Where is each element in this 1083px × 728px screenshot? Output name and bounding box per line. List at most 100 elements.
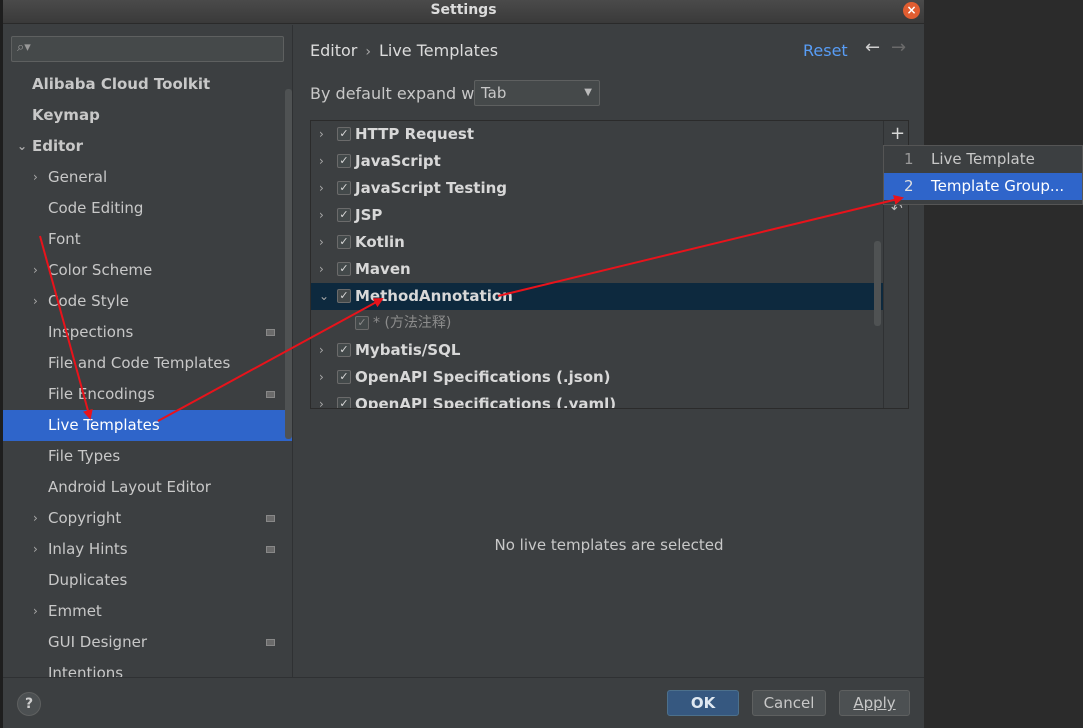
chevron-right-icon[interactable]: › bbox=[33, 255, 38, 286]
template-checkbox[interactable]: ✓ bbox=[337, 397, 351, 408]
template-checkbox[interactable]: ✓ bbox=[337, 181, 351, 195]
apply-button[interactable]: Apply bbox=[839, 690, 910, 716]
popup-item-number: 1 bbox=[904, 150, 914, 168]
sidebar-item-code-style[interactable]: › Code Style bbox=[3, 286, 292, 317]
project-scope-icon bbox=[266, 639, 275, 646]
chevron-right-icon[interactable]: › bbox=[319, 121, 324, 148]
project-scope-icon bbox=[266, 329, 275, 336]
templates-panel: › ✓ HTTP Request › ✓ JavaScript › ✓ JavaScript T… bbox=[310, 120, 909, 409]
chevron-right-icon[interactable]: › bbox=[319, 256, 324, 283]
chevron-right-icon[interactable]: › bbox=[319, 202, 324, 229]
sidebar-item-label: Android Layout Editor bbox=[48, 478, 211, 496]
close-button[interactable]: × bbox=[903, 2, 920, 19]
expand-with-select[interactable]: Tab ▼ bbox=[474, 80, 600, 106]
template-checkbox[interactable]: ✓ bbox=[337, 208, 351, 222]
template-name: * (方法注释) bbox=[373, 315, 452, 331]
sidebar-item-inlay-hints[interactable]: › Inlay Hints bbox=[3, 534, 292, 565]
sidebar-item-label: Live Templates bbox=[48, 416, 160, 434]
sidebar-item-font[interactable]: Font bbox=[3, 224, 292, 255]
sidebar-item-duplicates[interactable]: Duplicates bbox=[3, 565, 292, 596]
sidebar-scrollbar[interactable] bbox=[285, 89, 292, 439]
search-icon: ⌕▾ bbox=[17, 40, 31, 55]
popup-item-label: Live Template bbox=[931, 150, 1035, 168]
ok-button[interactable]: OK bbox=[667, 690, 739, 716]
template-group-row[interactable]: › ✓ Maven bbox=[311, 256, 883, 283]
template-checkbox[interactable]: ✓ bbox=[337, 127, 351, 141]
sidebar-item-intentions[interactable]: Intentions bbox=[3, 658, 292, 677]
chevron-right-icon[interactable]: › bbox=[319, 148, 324, 175]
chevron-right-icon[interactable]: › bbox=[33, 286, 38, 317]
sidebar-item-label: File and Code Templates bbox=[48, 354, 231, 372]
template-checkbox[interactable]: ✓ bbox=[337, 370, 351, 384]
chevron-right-icon[interactable]: › bbox=[319, 175, 324, 202]
template-group-row[interactable]: › ✓ JavaScript Testing bbox=[311, 175, 883, 202]
template-name: MethodAnnotation bbox=[355, 287, 513, 305]
template-checkbox[interactable]: ✓ bbox=[337, 154, 351, 168]
template-group-row[interactable]: › ✓ JavaScript bbox=[311, 148, 883, 175]
sidebar-item-file-and-code-templates[interactable]: File and Code Templates bbox=[3, 348, 292, 379]
sidebar-item-android-layout-editor[interactable]: Android Layout Editor bbox=[3, 472, 292, 503]
cancel-button[interactable]: Cancel bbox=[752, 690, 826, 716]
template-group-row[interactable]: › ✓ Mybatis/SQL bbox=[311, 337, 883, 364]
search-input[interactable]: ⌕▾ bbox=[11, 36, 284, 62]
breadcrumb-separator-icon: › bbox=[365, 44, 371, 60]
template-checkbox[interactable]: ✓ bbox=[337, 262, 351, 276]
title-bar[interactable]: Settings × bbox=[3, 0, 924, 24]
popup-item-number: 2 bbox=[904, 177, 914, 195]
chevron-right-icon[interactable]: › bbox=[319, 337, 324, 364]
sidebar-item-label: Duplicates bbox=[48, 571, 128, 589]
back-arrow-icon[interactable]: ← bbox=[865, 37, 880, 58]
sidebar-item-code-editing[interactable]: Code Editing bbox=[3, 193, 292, 224]
sidebar-item-inspections[interactable]: Inspections bbox=[3, 317, 292, 348]
chevron-down-icon[interactable]: ⌄ bbox=[319, 283, 329, 310]
empty-state-message: No live templates are selected bbox=[494, 536, 724, 554]
templates-scrollbar[interactable] bbox=[874, 241, 881, 326]
help-button[interactable]: ? bbox=[17, 692, 41, 716]
sidebar-item-gui-designer[interactable]: GUI Designer bbox=[3, 627, 292, 658]
sidebar-item-file-types[interactable]: File Types bbox=[3, 441, 292, 472]
template-group-row[interactable]: › ✓ HTTP Request bbox=[311, 121, 883, 148]
sidebar-item-general[interactable]: › General bbox=[3, 162, 292, 193]
template-group-row[interactable]: › ✓ JSP bbox=[311, 202, 883, 229]
chevron-right-icon[interactable]: › bbox=[33, 503, 38, 534]
add-icon[interactable]: + bbox=[890, 123, 905, 144]
sidebar-item-label: Intentions bbox=[48, 664, 124, 677]
sidebar-item-editor[interactable]: ⌄ Editor bbox=[3, 131, 292, 162]
chevron-right-icon[interactable]: › bbox=[33, 534, 38, 565]
sidebar-item-file-encodings[interactable]: File Encodings bbox=[3, 379, 292, 410]
sidebar-item-emmet[interactable]: › Emmet bbox=[3, 596, 292, 627]
template-row[interactable]: ✓ * (方法注释) bbox=[311, 310, 883, 337]
sidebar-item-label: File Encodings bbox=[48, 385, 155, 403]
chevron-right-icon[interactable]: › bbox=[319, 364, 324, 391]
template-checkbox[interactable]: ✓ bbox=[337, 343, 351, 357]
template-group-row[interactable]: ⌄ ✓ MethodAnnotation bbox=[311, 283, 883, 310]
sidebar-item-label: Code Style bbox=[48, 292, 129, 310]
template-checkbox[interactable]: ✓ bbox=[355, 316, 369, 330]
template-group-row[interactable]: › ✓ OpenAPI Specifications (.yaml) bbox=[311, 391, 883, 408]
popup-item-template-group[interactable]: 2 Template Group... bbox=[884, 173, 1082, 200]
popup-item-live-template[interactable]: 1 Live Template bbox=[884, 146, 1082, 173]
template-group-row[interactable]: › ✓ OpenAPI Specifications (.json) bbox=[311, 364, 883, 391]
template-name: Mybatis/SQL bbox=[355, 341, 461, 359]
chevron-right-icon[interactable]: › bbox=[33, 596, 38, 627]
window-title: Settings bbox=[430, 2, 497, 18]
chevron-right-icon[interactable]: › bbox=[319, 229, 324, 256]
reset-link[interactable]: Reset bbox=[803, 41, 848, 60]
chevron-right-icon[interactable]: › bbox=[33, 162, 38, 193]
breadcrumb-parent[interactable]: Editor bbox=[310, 41, 357, 60]
dropdown-arrow-icon: ▼ bbox=[584, 87, 592, 98]
sidebar-item-keymap[interactable]: Keymap bbox=[3, 100, 292, 131]
settings-dialog: Settings × ⌕▾ Alibaba Cloud Toolkit Keyma… bbox=[3, 0, 924, 728]
sidebar-item-alibaba-cloud-toolkit[interactable]: Alibaba Cloud Toolkit bbox=[3, 69, 292, 100]
chevron-down-icon[interactable]: ⌄ bbox=[17, 131, 27, 162]
sidebar-item-label: General bbox=[48, 168, 108, 186]
template-checkbox[interactable]: ✓ bbox=[337, 289, 351, 303]
sidebar-item-copyright[interactable]: › Copyright bbox=[3, 503, 292, 534]
template-name: OpenAPI Specifications (.json) bbox=[355, 368, 611, 386]
sidebar-item-color-scheme[interactable]: › Color Scheme bbox=[3, 255, 292, 286]
template-group-row[interactable]: › ✓ Kotlin bbox=[311, 229, 883, 256]
forward-arrow-icon[interactable]: → bbox=[891, 37, 906, 58]
template-checkbox[interactable]: ✓ bbox=[337, 235, 351, 249]
chevron-right-icon[interactable]: › bbox=[319, 391, 324, 408]
sidebar-item-live-templates[interactable]: Live Templates bbox=[3, 410, 292, 441]
